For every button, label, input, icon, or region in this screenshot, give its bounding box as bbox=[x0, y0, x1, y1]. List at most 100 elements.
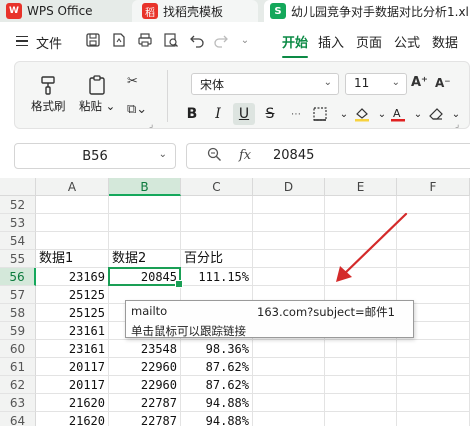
cell-b64[interactable]: 22787 bbox=[109, 412, 181, 426]
strikethrough-button[interactable]: S bbox=[259, 103, 281, 125]
cell-f55[interactable] bbox=[397, 250, 470, 268]
cell-a63[interactable]: 21620 bbox=[36, 394, 109, 412]
clear-format-icon[interactable] bbox=[425, 103, 447, 125]
cell-e54[interactable] bbox=[325, 232, 397, 250]
cell-c55[interactable]: 百分比 bbox=[181, 250, 253, 268]
print-preview-icon[interactable] bbox=[162, 31, 180, 49]
cell-b52[interactable] bbox=[109, 196, 181, 214]
cell-a55[interactable]: 数据1 bbox=[36, 250, 109, 268]
cell-b60[interactable]: 23548 bbox=[109, 340, 181, 358]
cell-d62[interactable] bbox=[253, 376, 325, 394]
increase-font-icon[interactable]: A⁺ bbox=[411, 75, 428, 90]
cell-b61[interactable]: 22960 bbox=[109, 358, 181, 376]
cell-d61[interactable] bbox=[253, 358, 325, 376]
cell-f60[interactable] bbox=[397, 340, 470, 358]
italic-button[interactable]: I bbox=[207, 103, 229, 125]
row-header-56[interactable]: 56 bbox=[0, 268, 36, 286]
hamburger-menu-icon[interactable] bbox=[16, 36, 28, 46]
cell-a60[interactable]: 23161 bbox=[36, 340, 109, 358]
fill-color-icon[interactable] bbox=[351, 103, 373, 125]
font-color-icon[interactable]: A bbox=[387, 103, 409, 125]
cell-e60[interactable] bbox=[325, 340, 397, 358]
redo-icon[interactable] bbox=[212, 31, 230, 49]
format-painter-button[interactable]: 格式刷 bbox=[31, 72, 66, 114]
paste-button[interactable]: 粘贴 ⌄ bbox=[79, 72, 115, 114]
column-header-f[interactable]: F bbox=[397, 178, 470, 196]
cell-a58[interactable]: 25125 bbox=[36, 304, 109, 322]
cell-c53[interactable] bbox=[181, 214, 253, 232]
cell-e62[interactable] bbox=[325, 376, 397, 394]
cell-e53[interactable] bbox=[325, 214, 397, 232]
cell-d54[interactable] bbox=[253, 232, 325, 250]
underline-button[interactable]: U bbox=[233, 103, 255, 125]
cell-a64[interactable]: 21620 bbox=[36, 412, 109, 426]
row-header-52[interactable]: 52 bbox=[0, 196, 36, 214]
undo-icon[interactable] bbox=[188, 31, 206, 49]
cell-a56[interactable]: 23169 bbox=[36, 268, 109, 286]
cell-c52[interactable] bbox=[181, 196, 253, 214]
cell-d56[interactable] bbox=[253, 268, 325, 286]
cell-f64[interactable] bbox=[397, 412, 470, 426]
cell-a53[interactable] bbox=[36, 214, 109, 232]
column-header-e[interactable]: E bbox=[325, 178, 397, 196]
tab-wps-office[interactable]: W WPS Office bbox=[6, 0, 124, 22]
export-pdf-icon[interactable] bbox=[110, 31, 128, 49]
cell-e56[interactable] bbox=[325, 268, 397, 286]
column-header-b[interactable]: B bbox=[109, 178, 181, 196]
tab-insert[interactable]: 插入 bbox=[318, 32, 344, 51]
cell-f56[interactable] bbox=[397, 268, 470, 286]
cell-a59[interactable]: 23161 bbox=[36, 322, 109, 340]
cell-c64[interactable]: 94.88% bbox=[181, 412, 253, 426]
borders-icon[interactable] bbox=[309, 103, 331, 125]
row-header-59[interactable]: 59 bbox=[0, 322, 36, 340]
cell-e63[interactable] bbox=[325, 394, 397, 412]
row-header-61[interactable]: 61 bbox=[0, 358, 36, 376]
cell-f53[interactable] bbox=[397, 214, 470, 232]
select-all-corner[interactable] bbox=[0, 178, 36, 196]
font-name-select[interactable]: 宋体 ⌄ bbox=[191, 73, 339, 95]
cell-b55[interactable]: 数据2 bbox=[109, 250, 181, 268]
cell-a61[interactable]: 20117 bbox=[36, 358, 109, 376]
cell-f54[interactable] bbox=[397, 232, 470, 250]
cell-e64[interactable] bbox=[325, 412, 397, 426]
save-icon[interactable] bbox=[84, 31, 102, 49]
decrease-font-icon[interactable]: A⁻ bbox=[435, 76, 451, 90]
cell-f63[interactable] bbox=[397, 394, 470, 412]
column-header-c[interactable]: C bbox=[181, 178, 253, 196]
tab-page[interactable]: 页面 bbox=[356, 32, 382, 51]
chevron-down-icon[interactable]: ⌄ bbox=[236, 31, 254, 49]
row-header-62[interactable]: 62 bbox=[0, 376, 36, 394]
row-header-54[interactable]: 54 bbox=[0, 232, 36, 250]
cell-a57[interactable]: 25125 bbox=[36, 286, 109, 304]
cell-f52[interactable] bbox=[397, 196, 470, 214]
cell-c56[interactable]: 111.15% bbox=[181, 268, 253, 286]
insert-function-icon[interactable]: fx bbox=[239, 148, 251, 163]
cell-b54[interactable] bbox=[109, 232, 181, 250]
cell-c63[interactable]: 94.88% bbox=[181, 394, 253, 412]
cell-d60[interactable] bbox=[253, 340, 325, 358]
print-icon[interactable] bbox=[136, 31, 154, 49]
tab-home[interactable]: 开始 bbox=[282, 32, 309, 58]
clipboard-launcher-icon[interactable]: ⌟ bbox=[149, 120, 153, 130]
cell-c62[interactable]: 87.62% bbox=[181, 376, 253, 394]
more-options-icon[interactable]: ⋯ bbox=[285, 103, 307, 125]
cell-d53[interactable] bbox=[253, 214, 325, 232]
cell-a52[interactable] bbox=[36, 196, 109, 214]
row-header-64[interactable]: 64 bbox=[0, 412, 36, 426]
cell-a54[interactable] bbox=[36, 232, 109, 250]
row-header-53[interactable]: 53 bbox=[0, 214, 36, 232]
zoom-icon[interactable] bbox=[207, 147, 222, 166]
cell-e52[interactable] bbox=[325, 196, 397, 214]
file-menu[interactable]: 文件 bbox=[36, 33, 62, 52]
formula-input[interactable]: fx 20845 bbox=[186, 143, 470, 169]
cell-c54[interactable] bbox=[181, 232, 253, 250]
tab-data[interactable]: 数据 bbox=[432, 32, 458, 51]
cell-f62[interactable] bbox=[397, 376, 470, 394]
tab-templates[interactable]: 稻 找稻壳模板 bbox=[132, 0, 258, 22]
row-header-60[interactable]: 60 bbox=[0, 340, 36, 358]
cell-c60[interactable]: 98.36% bbox=[181, 340, 253, 358]
font-size-select[interactable]: 11 ⌄ bbox=[345, 73, 407, 95]
cell-e55[interactable] bbox=[325, 250, 397, 268]
column-header-a[interactable]: A bbox=[36, 178, 109, 196]
copy-icon[interactable]: ⧉⌄ bbox=[127, 102, 147, 117]
